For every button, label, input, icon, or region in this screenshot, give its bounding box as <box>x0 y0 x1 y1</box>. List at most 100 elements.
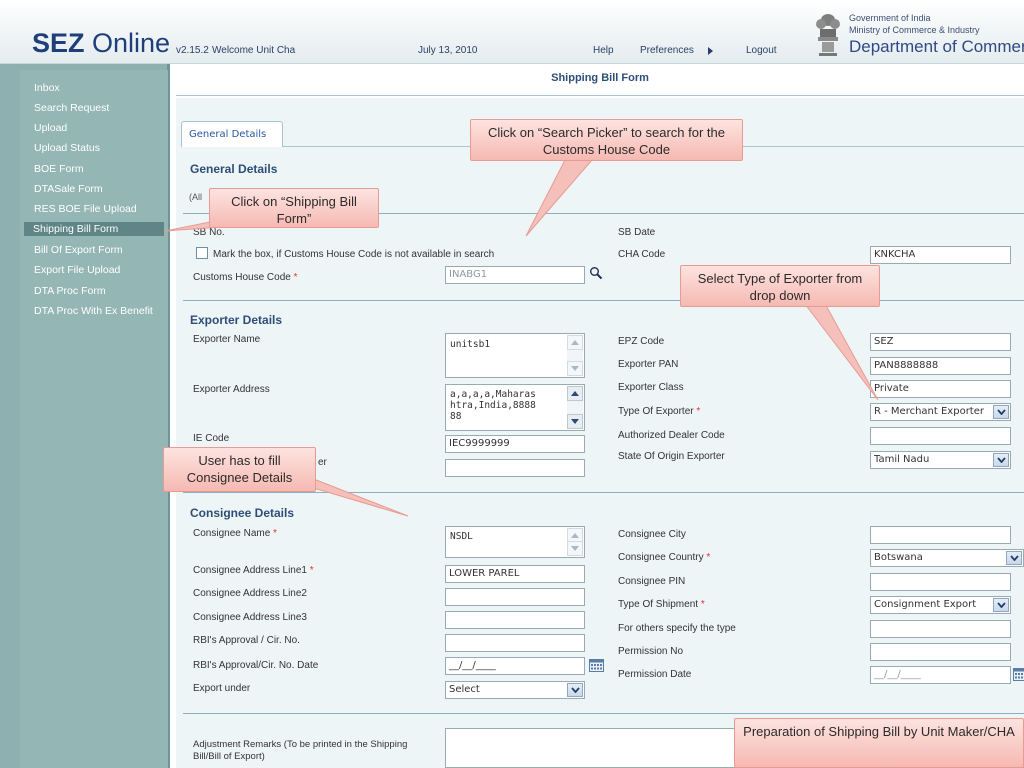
consignee-address2-label: Consignee Address Line2 <box>193 588 307 599</box>
callout-shipping-bill: Click on “Shipping Bill Form” <box>209 188 379 228</box>
exporter-class-input[interactable]: Private <box>870 380 1011 398</box>
authorized-dealer-input[interactable] <box>870 427 1011 445</box>
sidebar-item-shipping-bill-form[interactable]: Shipping Bill Form <box>24 222 164 236</box>
rbi-approval-date-label: RBI's Approval/Cir. No. Date <box>193 660 319 671</box>
export-under-value: Select <box>449 684 480 695</box>
exporter-address-value: a,a,a,a,Maharas htra,India,8888 88 <box>450 389 536 422</box>
consignee-country-label: Consignee Country * <box>618 552 711 563</box>
cha-code-label: CHA Code <box>618 249 666 260</box>
exporter-name-textarea[interactable]: unitsb1 <box>445 333 585 378</box>
epz-code-label: EPZ Code <box>618 336 665 347</box>
consignee-name-label: Consignee Name * <box>193 528 277 539</box>
scroll-down-icon[interactable] <box>567 541 583 556</box>
export-under-select[interactable]: Select <box>445 681 585 699</box>
consignee-details-heading: Consignee Details <box>190 506 295 520</box>
scroll-down-icon[interactable] <box>567 361 583 376</box>
state-origin-label: State Of Origin Exporter <box>618 451 725 462</box>
callout-preparation: Preparation of Shipping Bill by Unit Mak… <box>734 718 1024 768</box>
shipment-type-value: Consignment Export <box>874 599 977 610</box>
consignee-address1-label: Consignee Address Line1 * <box>193 565 314 576</box>
rbi-approval-date-input[interactable]: __/__/____ <box>445 657 585 675</box>
consignee-address2-input[interactable] <box>445 588 585 606</box>
shipment-type-select[interactable]: Consignment Export <box>870 596 1011 614</box>
sidebar-item-export-file-upload[interactable]: Export File Upload <box>34 264 120 276</box>
sidebar <box>0 64 170 768</box>
sidebar-item-dtasale-form[interactable]: DTASale Form <box>34 183 103 195</box>
sidebar-item-res-boe-upload[interactable]: RES BOE File Upload <box>34 203 137 215</box>
permission-no-label: Permission No <box>618 646 684 657</box>
callout-search-picker: Click on “Search Picker” to search for t… <box>470 119 743 161</box>
consignee-name-scrollbar[interactable] <box>567 528 583 556</box>
general-details-heading: General Details <box>190 162 278 176</box>
customs-house-code-input[interactable]: INABG1 <box>445 266 585 284</box>
customs-house-checkbox[interactable] <box>196 247 208 259</box>
sidebar-item-bill-of-export-form[interactable]: Bill Of Export Form <box>34 244 123 256</box>
preferences-link[interactable]: Preferences <box>640 45 694 56</box>
exporter-address-textarea[interactable]: a,a,a,a,Maharas htra,India,8888 88 <box>445 384 585 431</box>
sidebar-item-dta-proc-form[interactable]: DTA Proc Form <box>34 285 106 297</box>
customs-house-code-label: Customs House Code * <box>193 272 298 283</box>
exporter-pan-label: Exporter PAN <box>618 359 679 370</box>
ie-code-input[interactable]: IEC9999999 <box>445 435 585 453</box>
scroll-up-icon[interactable] <box>567 335 583 350</box>
gov-line-3: Department of Commerce <box>849 37 1024 56</box>
consignee-country-value: Botswana <box>874 552 923 563</box>
chevron-down-icon[interactable] <box>1006 551 1022 565</box>
rbi-approval-input[interactable] <box>445 634 585 652</box>
others-type-input[interactable] <box>870 620 1011 638</box>
export-under-label: Export under <box>193 683 251 694</box>
permission-date-label: Permission Date <box>618 669 692 680</box>
rbi-approval-label: RBI's Approval / Cir. No. <box>193 635 300 646</box>
chevron-down-icon[interactable] <box>993 405 1009 419</box>
logout-link[interactable]: Logout <box>746 45 777 56</box>
sidebar-item-upload-status[interactable]: Upload Status <box>34 142 100 154</box>
cha-code-input[interactable]: KNKCHA <box>870 246 1011 264</box>
consignee-pin-input[interactable] <box>870 573 1011 591</box>
exporter-class-label: Exporter Class <box>618 382 684 393</box>
consignee-address3-input[interactable] <box>445 611 585 629</box>
epz-code-input[interactable]: SEZ <box>870 333 1011 351</box>
permission-no-input[interactable] <box>870 643 1011 661</box>
exporter-name-scrollbar[interactable] <box>567 335 583 376</box>
exporter-extra-input[interactable] <box>445 459 585 477</box>
chevron-down-icon[interactable] <box>993 453 1009 467</box>
help-link[interactable]: Help <box>593 45 614 56</box>
exporter-details-heading: Exporter Details <box>190 313 283 327</box>
form-title: Shipping Bill Form <box>551 72 649 84</box>
consignee-name-value: NSDL <box>450 531 473 542</box>
state-origin-select[interactable]: Tamil Nadu <box>870 451 1011 469</box>
authorized-dealer-label: Authorized Dealer Code <box>618 430 725 441</box>
exporter-pan-input[interactable]: PAN8888888 <box>870 357 1011 375</box>
consignee-separator <box>183 492 1024 493</box>
type-of-exporter-value: R - Merchant Exporter <box>874 406 984 417</box>
tab-general-details[interactable]: General Details <box>181 121 283 147</box>
consignee-address3-label: Consignee Address Line3 <box>193 612 307 623</box>
consignee-name-textarea[interactable]: NSDL <box>445 526 585 558</box>
sidebar-item-inbox[interactable]: Inbox <box>34 82 60 94</box>
others-type-label: For others specify the type <box>618 623 736 634</box>
exporter-address-label: Exporter Address <box>193 384 270 395</box>
version-text: v2.15.2 <box>176 45 209 56</box>
calendar-icon[interactable] <box>1013 668 1024 681</box>
permission-date-input[interactable]: __/__/____ <box>870 666 1011 684</box>
sidebar-item-search-request[interactable]: Search Request <box>34 102 109 114</box>
chevron-down-icon[interactable] <box>567 683 583 697</box>
scroll-down-icon[interactable] <box>567 414 583 429</box>
consignee-city-input[interactable] <box>870 526 1011 544</box>
sidebar-item-dta-proc-ex-benefit[interactable]: DTA Proc With Ex Benefit <box>34 305 153 317</box>
exporter-address-scrollbar[interactable] <box>567 386 583 429</box>
calendar-icon[interactable] <box>589 659 604 672</box>
search-picker-icon[interactable] <box>589 266 603 280</box>
type-of-exporter-label: Type Of Exporter * <box>618 406 701 417</box>
consignee-address1-input[interactable]: LOWER PAREL <box>445 565 585 583</box>
chevron-down-icon[interactable] <box>993 598 1009 612</box>
consignee-city-label: Consignee City <box>618 529 686 540</box>
exporter-partial-label: er <box>318 457 327 468</box>
scroll-up-icon[interactable] <box>567 386 583 401</box>
consignee-country-select[interactable]: Botswana <box>870 549 1024 567</box>
app-header: SEZ Online v2.15.2 Welcome Unit Cha July… <box>0 0 1024 64</box>
sb-no-label: SB No. <box>193 227 225 238</box>
sidebar-item-boe-form[interactable]: BOE Form <box>34 163 84 175</box>
sidebar-item-upload[interactable]: Upload <box>34 122 67 134</box>
type-of-exporter-select[interactable]: R - Merchant Exporter <box>870 403 1011 421</box>
